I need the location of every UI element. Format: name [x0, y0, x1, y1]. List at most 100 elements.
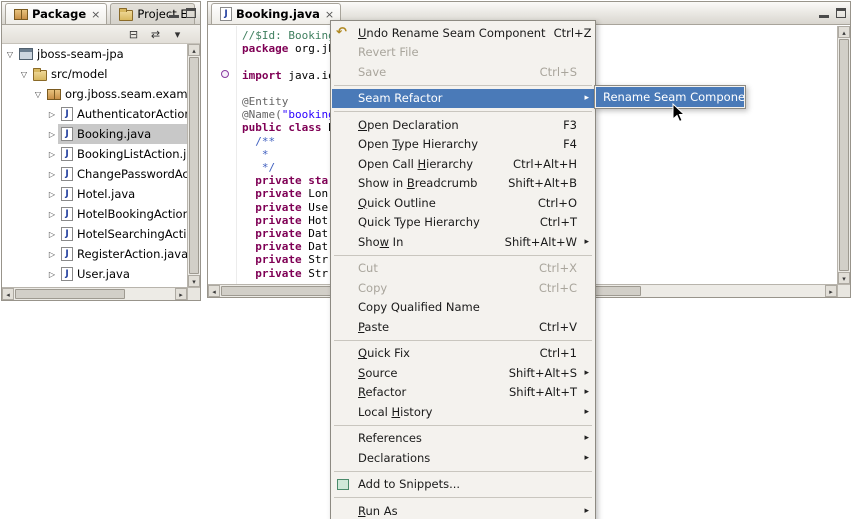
scrollbar-thumb[interactable] [839, 39, 849, 271]
tree-row-body: org.jboss.seam.example [44, 84, 187, 104]
expand-arrow-icon[interactable]: ▷ [46, 250, 58, 259]
tab-booking-java[interactable]: J Booking.java × [211, 3, 342, 24]
tab-package-explorer[interactable]: Package × [5, 3, 108, 24]
menu-shortcut: Ctrl+T [539, 215, 577, 230]
srcfolder-icon [33, 68, 47, 81]
tree-item-src-model[interactable]: ▽ src/model [2, 64, 187, 84]
package-explorer-icon [14, 8, 28, 20]
collapse-arrow-icon[interactable]: ▽ [18, 70, 30, 79]
editor-window-buttons [818, 7, 847, 19]
menu-separator [334, 497, 592, 498]
scroll-left-icon[interactable]: ◂ [2, 288, 14, 300]
expand-arrow-icon[interactable]: ▷ [46, 230, 58, 239]
collapse-all-icon[interactable]: ⊟ [126, 28, 141, 41]
submenu-arrow-icon: ▸ [584, 387, 589, 398]
tree-item-hotelbookingaction-ja[interactable]: ▷J HotelBookingAction.ja [2, 204, 187, 224]
menu-item-references[interactable]: References ▸ [332, 429, 594, 449]
minimize-icon[interactable] [818, 7, 830, 19]
maximize-icon[interactable] [185, 7, 197, 19]
expand-arrow-icon[interactable]: ▷ [46, 270, 58, 279]
expand-arrow-icon[interactable]: ▷ [46, 190, 58, 199]
menu-item-source[interactable]: Source Shift+Alt+S ▸ [332, 363, 594, 383]
link-with-editor-icon[interactable]: ⇄ [148, 28, 163, 41]
menu-item-undo-rename-seam-component[interactable]: ↶ Undo Rename Seam Component Ctrl+Z [332, 23, 594, 43]
expand-arrow-icon[interactable]: ▷ [46, 210, 58, 219]
maximize-icon[interactable] [835, 7, 847, 19]
tree-item-label: AuthenticatorAction.ja [77, 107, 187, 121]
scroll-down-icon[interactable]: ▾ [838, 272, 850, 284]
menu-shortcut: Ctrl+V [539, 319, 577, 334]
explorer-horizontal-scrollbar[interactable]: ◂ ▸ [2, 287, 187, 300]
tree-item-label: src/model [51, 67, 108, 81]
menu-item-show-in[interactable]: Show In Shift+Alt+W ▸ [332, 232, 594, 252]
view-menu-icon[interactable]: ▾ [170, 28, 185, 41]
menu-item-quick-type-hierarchy[interactable]: Quick Type Hierarchy Ctrl+T [332, 213, 594, 233]
scroll-right-icon[interactable]: ▸ [825, 285, 837, 297]
tree-item-jboss-seam-jpa[interactable]: ▽ jboss-seam-jpa [2, 44, 187, 64]
menu-item-refactor[interactable]: Refactor Shift+Alt+T ▸ [332, 383, 594, 403]
menu-shortcut: Ctrl+Alt+H [513, 156, 577, 171]
menu-item-label: Save [358, 64, 387, 79]
tree-item-user-java[interactable]: ▷ J User.java [2, 264, 187, 284]
expand-arrow-icon[interactable]: ▷ [46, 130, 58, 139]
collapse-arrow-icon[interactable]: ▽ [32, 90, 44, 99]
expand-arrow-icon[interactable]: ▷ [46, 150, 58, 159]
explorer-vertical-scrollbar[interactable]: ▴ ▾ [187, 44, 200, 287]
scrollbar-thumb[interactable] [15, 289, 125, 299]
scrollbar-thumb[interactable] [189, 57, 199, 274]
menu-item-declarations[interactable]: Declarations ▸ [332, 448, 594, 468]
menu-item-show-in-breadcrumb[interactable]: Show in Breadcrumb Shift+Alt+B [332, 174, 594, 194]
scroll-right-icon[interactable]: ▸ [175, 288, 187, 300]
menu-item-open-call-hierarchy[interactable]: Open Call Hierarchy Ctrl+Alt+H [332, 154, 594, 174]
eclipse-workbench: Package × Project E ⊟ ⇄ ▾ ▽ jboss-seam-jp… [0, 0, 852, 519]
menu-item-label: Open Declaration [358, 117, 459, 132]
tree-item-org-jboss-seam-example[interactable]: ▽ org.jboss.seam.example [2, 84, 187, 104]
submenu-item-rename-seam-component[interactable]: Rename Seam Component [596, 87, 744, 107]
submenu-arrow-icon: ▸ [584, 433, 589, 444]
collapse-arrow-icon[interactable]: ▽ [4, 50, 16, 59]
scroll-up-icon[interactable]: ▴ [188, 44, 200, 56]
java-icon: J [61, 207, 73, 221]
tree-item-authenticatoraction-ja[interactable]: ▷J AuthenticatorAction.ja [2, 104, 187, 124]
submenu-arrow-icon: ▸ [584, 406, 589, 417]
menu-separator [334, 254, 592, 256]
import-fold-icon[interactable] [221, 70, 229, 78]
submenu-arrow-icon: ▸ [584, 505, 589, 516]
menu-item-quick-outline[interactable]: Quick Outline Ctrl+O [332, 193, 594, 213]
menu-item-seam-refactor[interactable]: Seam Refactor ▸ [332, 88, 594, 108]
menu-shortcut: Shift+Alt+B [508, 176, 577, 191]
java-icon: J [61, 227, 73, 241]
tree-item-hotelsearchingaction[interactable]: ▷J HotelSearchingAction [2, 224, 187, 244]
expand-arrow-icon[interactable]: ▷ [46, 110, 58, 119]
menu-item-local-history[interactable]: Local History ▸ [332, 402, 594, 422]
view-window-buttons [168, 7, 197, 19]
menu-item-open-type-hierarchy[interactable]: Open Type Hierarchy F4 [332, 135, 594, 155]
scroll-down-icon[interactable]: ▾ [188, 275, 200, 287]
expand-arrow-icon[interactable]: ▷ [46, 170, 58, 179]
tree-item-hotel-java[interactable]: ▷ J Hotel.java [2, 184, 187, 204]
scroll-up-icon[interactable]: ▴ [838, 26, 850, 38]
java-icon: J [61, 107, 73, 121]
close-icon[interactable]: × [325, 8, 334, 21]
minimize-icon[interactable] [168, 7, 180, 19]
tree-item-changepasswordactio[interactable]: ▷J ChangePasswordActio [2, 164, 187, 184]
tree-item-bookinglistaction-jav[interactable]: ▷J BookingListAction.jav [2, 144, 187, 164]
menu-shortcut: Ctrl+S [539, 64, 577, 79]
tree-item-registeraction-java[interactable]: ▷ J RegisterAction.java [2, 244, 187, 264]
menu-item-copy-qualified-name[interactable]: Copy Qualified Name [332, 298, 594, 318]
undo-icon: ↶ [336, 25, 347, 41]
menu-item-paste[interactable]: Paste Ctrl+V [332, 317, 594, 337]
menu-item-label: Show In [358, 234, 404, 249]
java-file-icon: J [220, 7, 232, 21]
tree-item-booking-java[interactable]: ▷ J Booking.java [2, 124, 187, 144]
close-icon[interactable]: × [91, 8, 100, 21]
menu-item-add-to-snippets[interactable]: Add to Snippets... [332, 475, 594, 495]
scroll-left-icon[interactable]: ◂ [208, 285, 220, 297]
menu-item-run-as[interactable]: Run As ▸ [332, 501, 594, 519]
package-explorer-tree[interactable]: ▽ jboss-seam-jpa ▽ src/model ▽ org.jboss.seam… [2, 44, 187, 287]
menu-item-quick-fix[interactable]: Quick Fix Ctrl+1 [332, 344, 594, 364]
menu-separator [334, 111, 592, 112]
menu-item-label: Quick Fix [358, 346, 410, 361]
menu-item-open-declaration[interactable]: Open Declaration F3 [332, 115, 594, 135]
editor-vertical-scrollbar[interactable]: ▴ ▾ [837, 26, 850, 284]
